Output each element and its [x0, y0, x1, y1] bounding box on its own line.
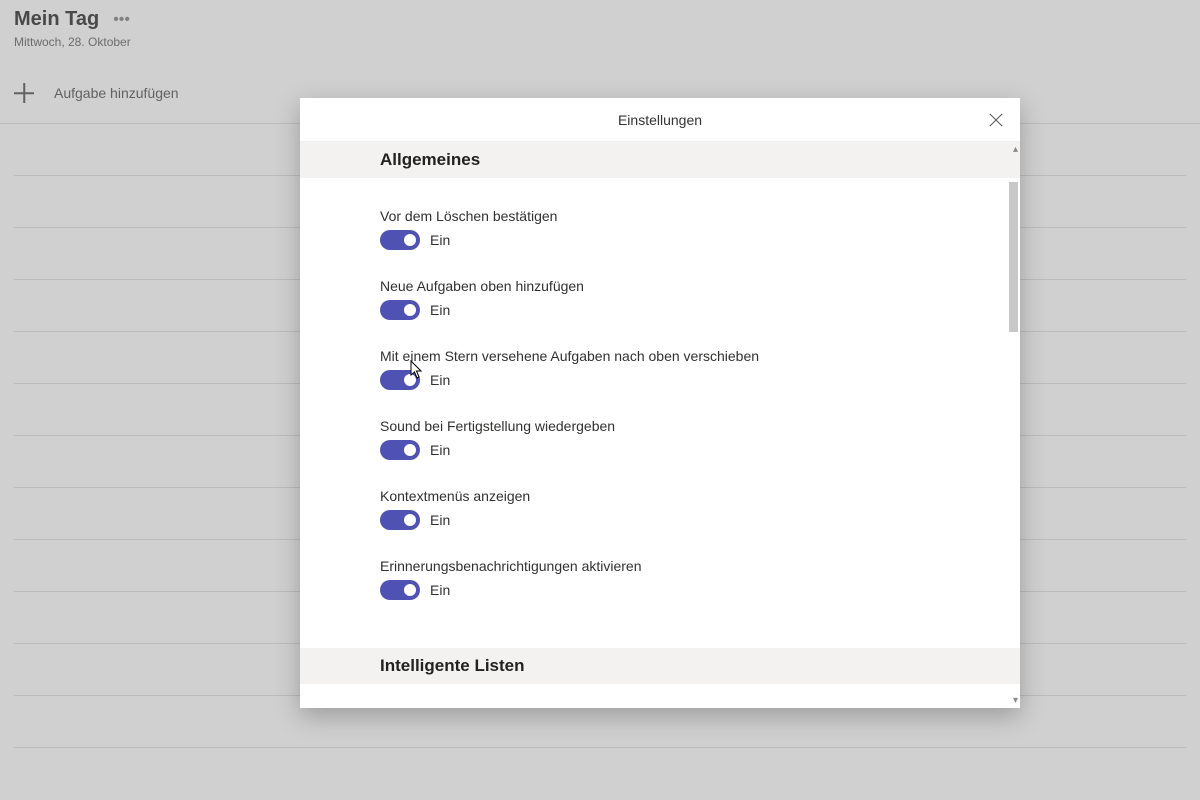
- settings-modal: Einstellungen Allgemeines Vor dem Lösche…: [300, 98, 1020, 708]
- scrollbar-thumb[interactable]: [1009, 182, 1018, 332]
- toggle-state: Ein: [430, 582, 450, 598]
- setting-label: Vor dem Löschen bestätigen: [380, 208, 940, 224]
- toggle-state: Ein: [430, 512, 450, 528]
- setting-starred-top: Mit einem Stern versehene Aufgaben nach …: [380, 348, 940, 390]
- close-icon: [989, 113, 1003, 127]
- toggle-state: Ein: [430, 442, 450, 458]
- modal-title: Einstellungen: [618, 112, 702, 128]
- section-header-general: Allgemeines: [300, 142, 1020, 178]
- setting-reminder-notifications: Erinnerungsbenachrichtigungen aktivieren…: [380, 558, 940, 600]
- toggle-completion-sound[interactable]: [380, 440, 420, 460]
- setting-label: Kontextmenüs anzeigen: [380, 488, 940, 504]
- toggle-starred-top[interactable]: [380, 370, 420, 390]
- scroll-down-icon[interactable]: ▾: [1013, 695, 1018, 706]
- modal-overlay[interactable]: Einstellungen Allgemeines Vor dem Lösche…: [0, 0, 1200, 800]
- setting-completion-sound: Sound bei Fertigstellung wiedergeben Ein: [380, 418, 940, 460]
- toggle-state: Ein: [430, 302, 450, 318]
- close-button[interactable]: [980, 104, 1012, 136]
- section-header-smart-lists: Intelligente Listen: [300, 648, 1020, 684]
- setting-add-top: Neue Aufgaben oben hinzufügen Ein: [380, 278, 940, 320]
- toggle-reminder-notifications[interactable]: [380, 580, 420, 600]
- setting-label: Sound bei Fertigstellung wiedergeben: [380, 418, 940, 434]
- toggle-state: Ein: [430, 232, 450, 248]
- toggle-confirm-delete[interactable]: [380, 230, 420, 250]
- setting-label: Erinnerungsbenachrichtigungen aktivieren: [380, 558, 940, 574]
- toggle-context-menus[interactable]: [380, 510, 420, 530]
- setting-label: Mit einem Stern versehene Aufgaben nach …: [380, 348, 940, 364]
- toggle-add-top[interactable]: [380, 300, 420, 320]
- toggle-state: Ein: [430, 372, 450, 388]
- setting-context-menus: Kontextmenüs anzeigen Ein: [380, 488, 940, 530]
- setting-confirm-delete: Vor dem Löschen bestätigen Ein: [380, 208, 940, 250]
- scroll-up-icon[interactable]: ▴: [1013, 144, 1018, 155]
- setting-label: Neue Aufgaben oben hinzufügen: [380, 278, 940, 294]
